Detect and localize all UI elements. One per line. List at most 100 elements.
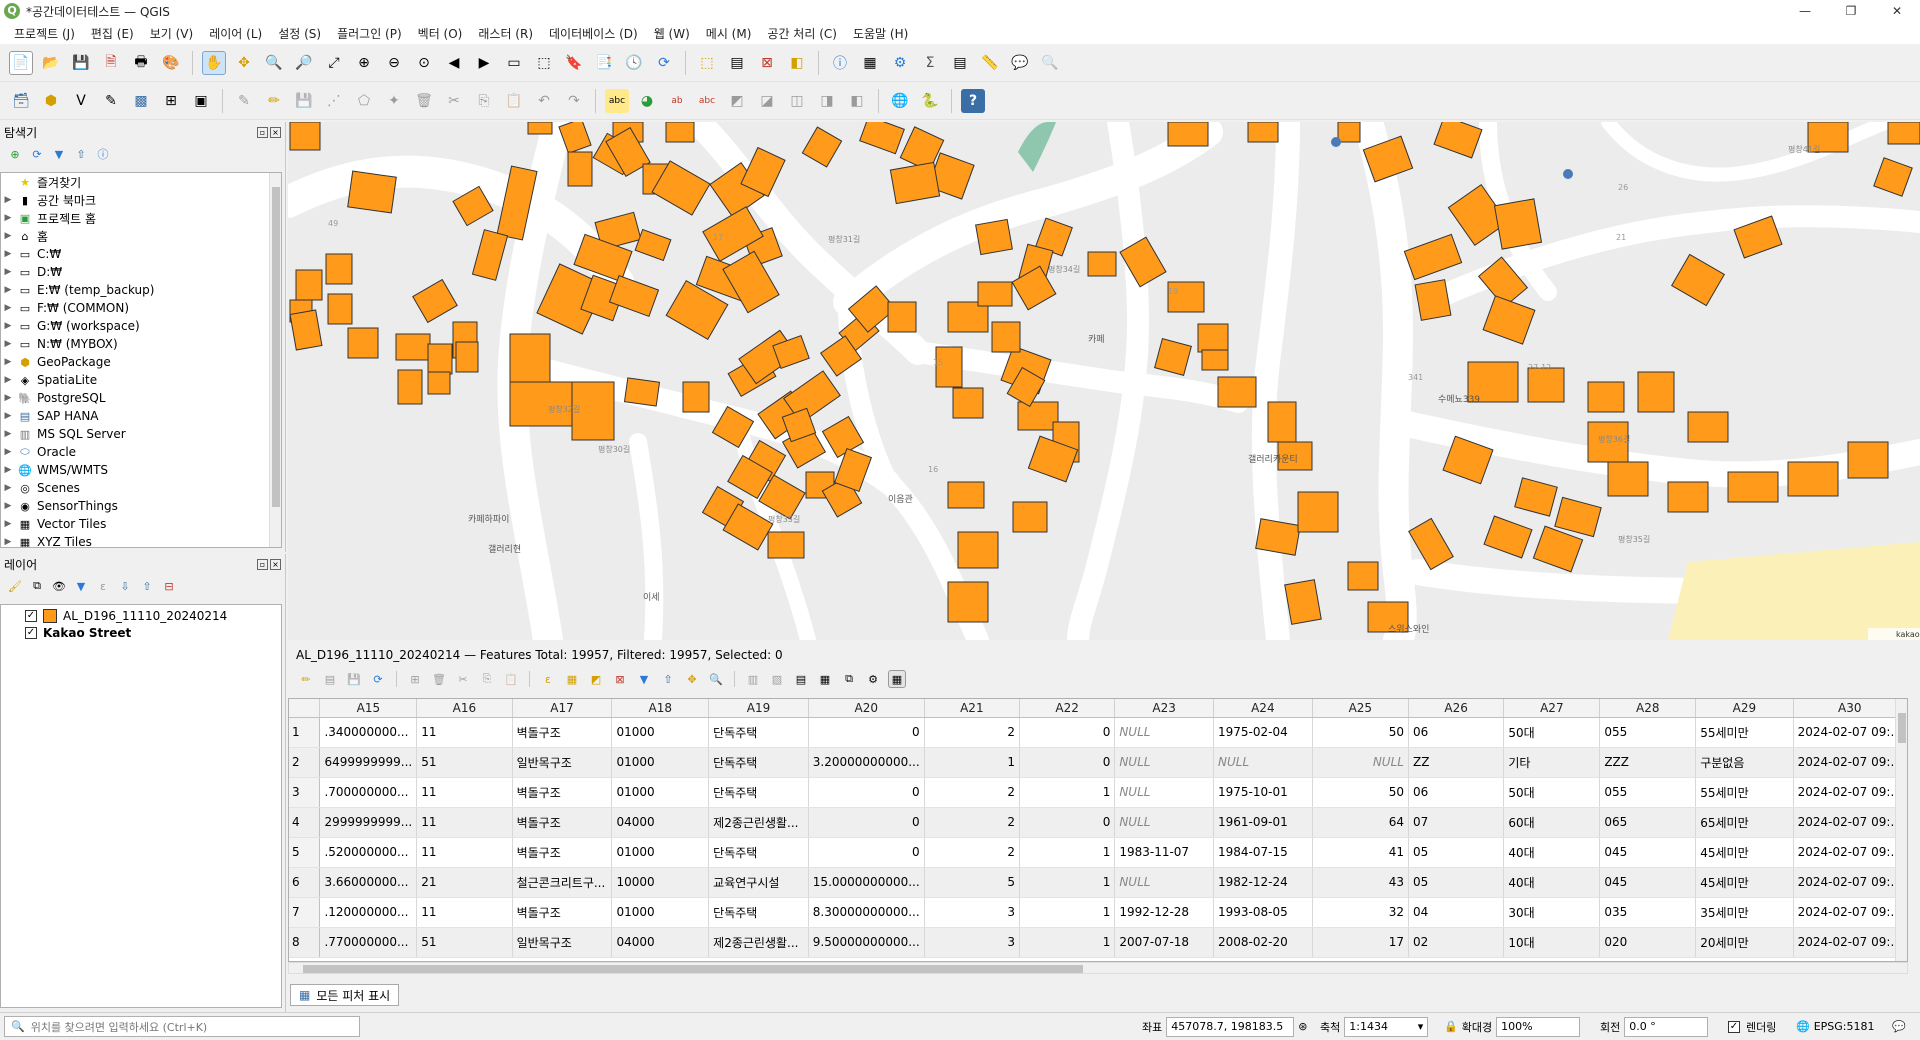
table-cell[interactable]: 2024-02-07 09:... [1793,807,1907,838]
menu-plugins[interactable]: 플러그인 (P) [329,25,410,42]
copy-icon[interactable]: ⎘ [472,89,496,113]
table-cell[interactable]: 21 [416,867,513,898]
table-cell[interactable]: 07 [1408,807,1505,838]
table-cell[interactable]: 2 [924,777,1021,808]
close-panel-icon[interactable]: × [270,558,281,570]
filter-legend-icon[interactable]: ▼ [72,577,90,595]
table-cell[interactable]: 1992-12-28 [1114,897,1214,928]
menu-settings[interactable]: 설정 (S) [270,25,329,42]
multi-edit-icon[interactable]: ▤ [321,670,339,688]
pan-to-selection-icon[interactable]: ✥ [232,51,256,75]
paste-icon[interactable]: 📋 [502,670,520,688]
table-cell[interactable]: 2024-02-07 09:... [1793,927,1907,958]
plugin-globe-icon[interactable]: 🌐 [888,89,912,113]
show-hide-label-icon[interactable]: ◩ [725,89,749,113]
browser-item[interactable]: ▶ ▭ E:₩ (temp_backup) [1,281,281,299]
locator-icon[interactable]: 🔍 [1038,51,1062,75]
table-row[interactable]: 2 6499999999... 51 일반목구조 01000 단독주택 3.20000000… [289,747,1907,778]
expand-arrow-icon[interactable]: ▶ [1,321,15,331]
table-cell[interactable]: 0 [808,777,925,808]
processing-toolbox-icon[interactable]: ⚙ [888,51,912,75]
table-cell[interactable]: 2007-07-18 [1114,927,1214,958]
table-cell[interactable]: 2008-02-20 [1213,927,1313,958]
redo-icon[interactable]: ↷ [562,89,586,113]
new-field-icon[interactable]: ▥ [744,670,762,688]
python-console-icon[interactable]: 🐍 [918,89,942,113]
table-cell[interactable]: 55세미만 [1695,717,1794,748]
expand-arrow-icon[interactable]: ▶ [1,267,15,277]
table-cell[interactable]: NULL [1114,807,1214,838]
row-number[interactable]: 1 [289,717,321,748]
table-cell[interactable]: 벽돌구조 [512,837,613,868]
attribute-table-grid[interactable]: A15 A16 A17 A18 A19 A20 A21 A22 A23 A24 A25 A26 A27 A… [288,698,1908,962]
table-cell[interactable]: 50 [1312,777,1409,808]
column-header[interactable]: A25 [1312,699,1409,718]
table-cell[interactable]: 11 [416,717,513,748]
table-cell[interactable]: 철근콘크리트구... [512,867,613,898]
expand-arrow-icon[interactable]: ▶ [1,429,15,439]
table-cell[interactable]: 11 [416,777,513,808]
column-header[interactable]: A28 [1599,699,1697,718]
add-wms-icon[interactable]: ▣ [189,89,213,113]
save-as-icon[interactable]: 🗎 [99,51,123,75]
zoom-native-icon[interactable]: ⊙ [412,51,436,75]
table-cell[interactable]: 055 [1599,777,1697,808]
rotate-label-icon[interactable]: ◫ [785,89,809,113]
table-cell[interactable]: 0 [808,807,925,838]
new-3d-view-icon[interactable]: ⬚ [532,51,556,75]
table-cell[interactable]: 40대 [1503,867,1601,898]
new-project-icon[interactable]: 📄 [9,50,33,75]
row-number[interactable]: 5 [289,837,321,868]
digitize-icon[interactable]: ⋰ [322,89,346,113]
field-calculator-icon[interactable]: ▤ [792,670,810,688]
collapse-all-icon[interactable]: ⇧ [72,145,90,163]
collapse-all-layers-icon[interactable]: ⇧ [138,577,156,595]
menu-layer[interactable]: 레이어 (L) [201,25,270,42]
browser-item[interactable]: ▶ ▥ MS SQL Server [1,425,281,443]
table-cell[interactable]: 1 [1019,927,1116,958]
browser-item[interactable]: ▶ 🌐 WMS/WMTS [1,461,281,479]
expand-arrow-icon[interactable]: ▶ [1,339,15,349]
map-svg[interactable]: 카페하파이 갤러리현 이세 갤러리카운티 수메뇨339 스위스와인 카페 이음관… [288,122,1920,640]
select-features-icon[interactable]: ⬚ [695,51,719,75]
table-cell[interactable]: 1 [1019,837,1116,868]
browser-item[interactable]: ▶ ▦ XYZ Tiles [1,533,281,547]
column-header[interactable]: A21 [924,699,1021,718]
zoom-next-icon[interactable]: ▶ [472,51,496,75]
filter-expression-icon[interactable]: ε [94,577,112,595]
table-cell[interactable]: 단독주택 [708,777,809,808]
expand-arrow-icon[interactable]: ▶ [1,195,15,205]
table-cell[interactable]: 기타 [1503,747,1601,778]
measure-icon[interactable]: 📏 [978,51,1002,75]
table-cell[interactable]: 제2종근린생활... [708,927,809,958]
print-layout-icon[interactable]: 🖶 [129,51,153,75]
table-cell[interactable]: 50대 [1503,777,1601,808]
table-cell[interactable]: 0 [1019,747,1116,778]
table-cell[interactable]: 50대 [1503,717,1601,748]
browser-item[interactable]: ▶ ▤ SAP HANA [1,407,281,425]
table-cell[interactable]: 35세미만 [1695,897,1794,928]
table-cell[interactable]: 일반목구조 [512,927,613,958]
column-header[interactable]: A16 [416,699,513,718]
column-header[interactable]: A24 [1213,699,1313,718]
browser-item[interactable]: ▶ ⌂ 홈 [1,227,281,245]
table-row[interactable]: 3.700000000... 11 벽돌구조 01000 단독주택 0 2 1 NULL 1975… [289,777,1907,808]
style-manager-icon[interactable]: 🎨 [159,51,183,75]
table-cell[interactable]: 단독주택 [708,837,809,868]
filter-select-icon[interactable]: ▼ [635,670,653,688]
open-attribute-table-icon[interactable]: ▦ [858,51,882,75]
remove-layer-icon[interactable]: ⊟ [160,577,178,595]
new-geopackage-icon[interactable]: ⬢ [39,89,63,113]
table-cell[interactable]: 20세미만 [1695,927,1794,958]
table-cell[interactable]: 일반목구조 [512,747,613,778]
browser-item[interactable]: ▶ ◎ Scenes [1,479,281,497]
layer-visibility-checkbox[interactable]: ✓ [25,626,37,639]
browser-item[interactable]: ▶ ▭ D:₩ [1,263,281,281]
label-tool-icon[interactable]: abc [605,88,629,113]
browser-scrollbar[interactable] [269,173,281,547]
column-header[interactable]: A15 [319,699,418,718]
table-cell[interactable]: 단독주택 [708,717,809,748]
row-number[interactable]: 7 [289,897,321,928]
browser-item[interactable]: ▶ ▭ G:₩ (workspace) [1,317,281,335]
menu-vector[interactable]: 벡터 (O) [410,25,471,42]
